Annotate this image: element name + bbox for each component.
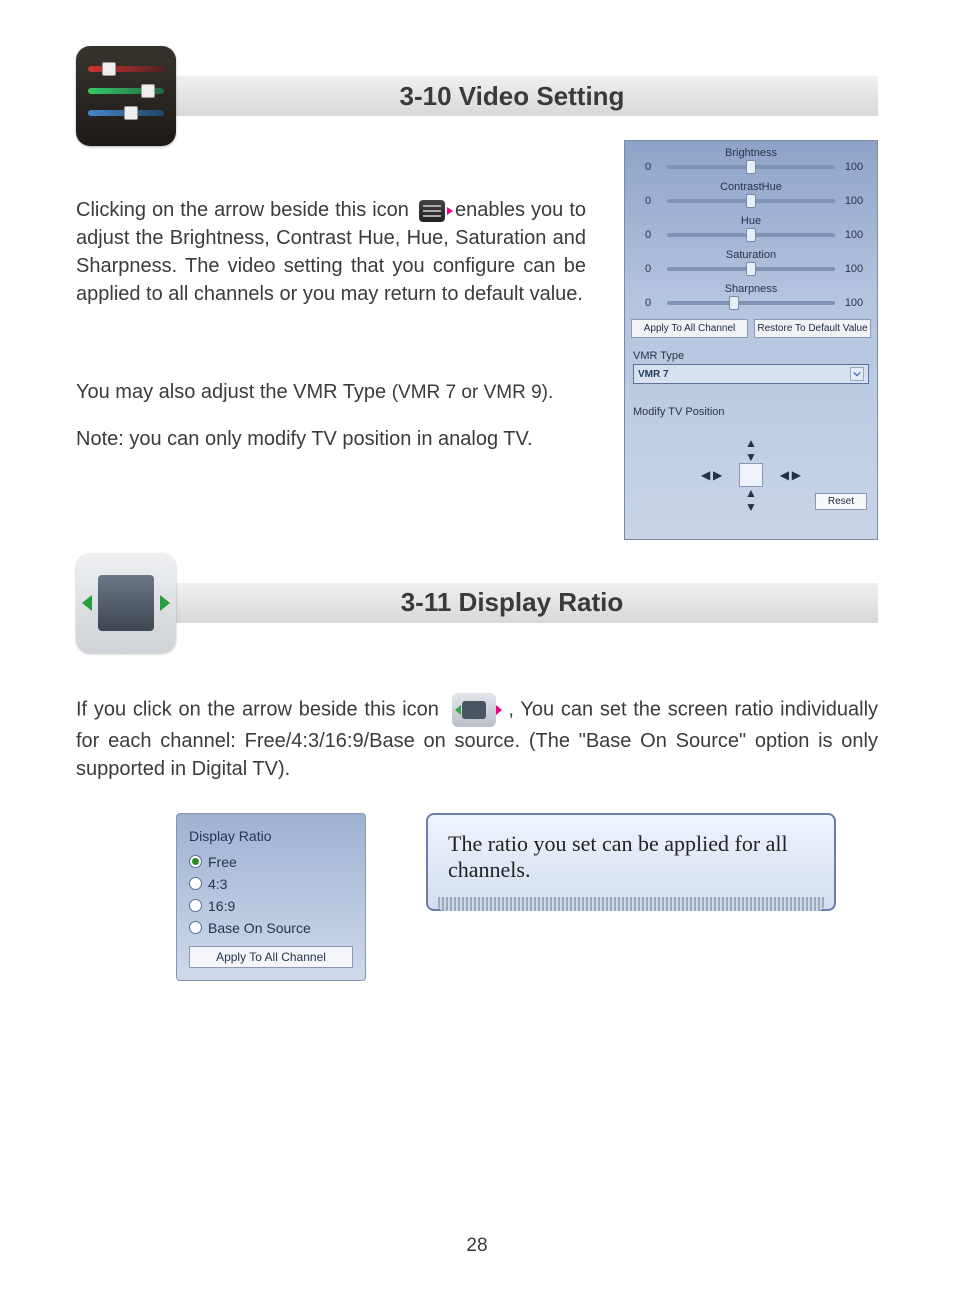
slider-max: 100 — [841, 229, 867, 241]
heading-bar-2: 3-11 Display Ratio — [146, 583, 878, 623]
apply-all-channel-button-2[interactable]: Apply To All Channel — [189, 946, 353, 968]
arrow-down-icon[interactable]: ▼ — [745, 500, 757, 514]
display-ratio-icon — [76, 553, 176, 653]
heading-text: 3-10 Video Setting — [400, 81, 625, 112]
slider-max: 100 — [841, 161, 867, 173]
apply-all-channel-button[interactable]: Apply To All Channel — [631, 319, 748, 338]
section-heading-video: 3-10 Video Setting — [76, 46, 878, 146]
slider-min: 0 — [635, 229, 661, 241]
section-heading-ratio: 3-11 Display Ratio — [76, 553, 878, 653]
page-number: 28 — [0, 1235, 954, 1257]
ratio-option[interactable]: 4:3 — [189, 876, 353, 892]
heading-text-2: 3-11 Display Ratio — [401, 587, 624, 618]
modify-tv-position-label: Modify TV Position — [625, 402, 877, 420]
heading-bar: 3-10 Video Setting — [146, 76, 878, 116]
slider-track-contrasthue[interactable] — [667, 199, 835, 203]
tv-position-pad: ▲ ▼ ▲ ▼ ◀ ▶ ◀ ▶ Reset — [625, 430, 877, 520]
p2a: You may also adjust the VMR Type — [76, 381, 392, 403]
slider-label: Sharpness — [625, 283, 877, 295]
arrow-left-icon[interactable]: ◀ — [701, 468, 710, 482]
paragraph-ratio: If you click on the arrow beside this ic… — [76, 693, 878, 783]
ratio-option-label: 16:9 — [208, 898, 235, 914]
arrow-left-small-icon[interactable]: ◀ — [780, 468, 789, 482]
ratio-option[interactable]: 16:9 — [189, 898, 353, 914]
slider-label: ContrastHue — [625, 181, 877, 193]
slider-track-hue[interactable] — [667, 233, 835, 237]
vmr-type-label: VMR Type — [625, 346, 877, 364]
paragraph-2: You may also adjust the VMR Type (VMR 7 … — [76, 378, 586, 407]
ratio-option-label: Free — [208, 854, 237, 870]
radio-icon — [189, 921, 202, 934]
arrow-right-icon[interactable]: ▶ — [792, 468, 801, 482]
arrow-up-icon[interactable]: ▲ — [745, 436, 757, 450]
radio-icon — [189, 877, 202, 890]
slider-min: 0 — [635, 297, 661, 309]
restore-default-button[interactable]: Restore To Default Value — [754, 319, 871, 338]
callout-bubble: The ratio you set can be applied for all… — [426, 813, 836, 911]
slider-track-saturation[interactable] — [667, 267, 835, 271]
ratio-option-label: Base On Source — [208, 920, 311, 936]
ratio-option[interactable]: Free — [189, 854, 353, 870]
p1a: Clicking on the arrow beside this icon — [76, 199, 415, 221]
ratio-option-label: 4:3 — [208, 876, 227, 892]
paragraph-1: Clicking on the arrow beside this icon e… — [76, 196, 586, 308]
radio-icon — [189, 899, 202, 912]
pr1a: If you click on the arrow beside this ic… — [76, 698, 446, 720]
slider-min: 0 — [635, 161, 661, 173]
reset-button[interactable]: Reset — [815, 493, 867, 510]
arrow-right-small-icon[interactable]: ▶ — [713, 468, 722, 482]
display-ratio-inline-icon — [452, 693, 496, 727]
slider-max: 100 — [841, 297, 867, 309]
chevron-down-icon — [850, 367, 864, 381]
video-settings-panel: Brightness 0 100 ContrastHue 0 100 Hue 0 100 Satu… — [624, 140, 878, 540]
slider-track-brightness[interactable] — [667, 165, 835, 169]
slider-min: 0 — [635, 263, 661, 275]
vmr-type-select[interactable]: VMR 7 — [633, 364, 869, 384]
slider-min: 0 — [635, 195, 661, 207]
paragraph-3: Note: you can only modify TV position in… — [76, 425, 586, 453]
slider-label: Hue — [625, 215, 877, 227]
arrow-down-small-icon[interactable]: ▼ — [745, 450, 757, 464]
pad-center[interactable] — [739, 463, 763, 487]
slider-track-sharpness[interactable] — [667, 301, 835, 305]
slider-label: Brightness — [625, 147, 877, 159]
ratio-panel-title: Display Ratio — [189, 828, 353, 844]
slider-label: Saturation — [625, 249, 877, 261]
arrow-up-small-icon[interactable]: ▲ — [745, 486, 757, 500]
p2b: (VMR 7 or VMR 9). — [392, 382, 554, 403]
slider-max: 100 — [841, 195, 867, 207]
video-settings-icon — [76, 46, 176, 146]
callout-text: The ratio you set can be applied for all… — [448, 831, 788, 882]
vmr-type-value: VMR 7 — [638, 369, 669, 380]
sliders-icon — [419, 200, 445, 222]
display-ratio-panel: Display Ratio Free4:316:9Base On Source … — [176, 813, 366, 981]
ratio-option[interactable]: Base On Source — [189, 920, 353, 936]
radio-icon — [189, 855, 202, 868]
slider-max: 100 — [841, 263, 867, 275]
